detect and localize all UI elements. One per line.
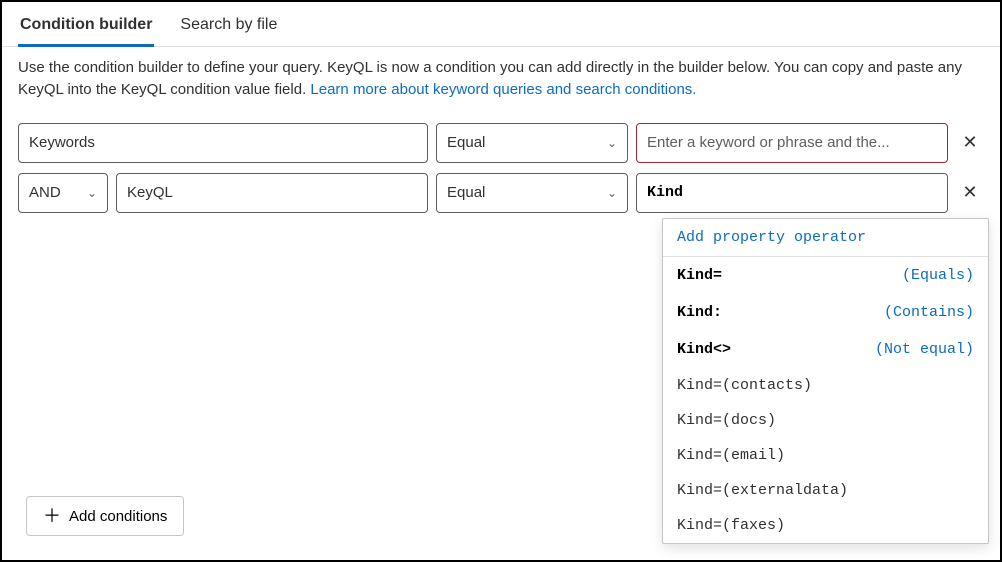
plus-icon: ＋ xyxy=(43,507,61,525)
condition-rows: Keywords Equal ⌄ Enter a keyword or phra… xyxy=(2,115,1000,213)
logic-label: AND xyxy=(29,184,61,201)
operator-desc: (Equals) xyxy=(902,267,974,284)
condition-label: Keywords xyxy=(29,134,95,151)
operator-select[interactable]: Equal ⌄ xyxy=(436,123,628,163)
operator-select[interactable]: Equal ⌄ xyxy=(436,173,628,213)
value-input-keywords[interactable]: Enter a keyword or phrase and the... xyxy=(636,123,948,163)
tab-condition-builder[interactable]: Condition builder xyxy=(18,12,154,47)
operator-option-equals[interactable]: Kind= (Equals) xyxy=(663,257,988,294)
value-placeholder: Enter a keyword or phrase and the... xyxy=(647,134,890,151)
add-conditions-label: Add conditions xyxy=(69,508,167,525)
tabs: Condition builder Search by file xyxy=(2,2,1000,47)
condition-row: AND ⌄ KeyQL Equal ⌄ Kind ✕ xyxy=(18,173,984,213)
value-option[interactable]: Kind=(email) xyxy=(663,438,988,473)
operator-prop: Kind<> xyxy=(677,341,731,358)
operator-option-not-equal[interactable]: Kind<> (Not equal) xyxy=(663,331,988,368)
value-option[interactable]: Kind=(faxes) xyxy=(663,508,988,543)
operator-prop: Kind: xyxy=(677,304,722,321)
operator-prop: Kind= xyxy=(677,267,722,284)
value-text: Kind xyxy=(647,184,683,201)
tab-search-by-file[interactable]: Search by file xyxy=(178,12,279,47)
value-option[interactable]: Kind=(contacts) xyxy=(663,368,988,403)
condition-row: Keywords Equal ⌄ Enter a keyword or phra… xyxy=(18,123,984,163)
add-conditions-button[interactable]: ＋ Add conditions xyxy=(26,496,184,536)
logic-select[interactable]: AND ⌄ xyxy=(18,173,108,213)
operator-option-contains[interactable]: Kind: (Contains) xyxy=(663,294,988,331)
condition-label: KeyQL xyxy=(127,184,173,201)
description-text: Use the condition builder to define your… xyxy=(2,47,1000,115)
operator-desc: (Not equal) xyxy=(875,341,974,358)
chevron-down-icon: ⌄ xyxy=(87,186,97,200)
add-property-operator[interactable]: Add property operator xyxy=(663,219,988,257)
operator-label: Equal xyxy=(447,184,485,201)
value-option[interactable]: Kind=(externaldata) xyxy=(663,473,988,508)
remove-row-icon[interactable]: ✕ xyxy=(956,132,984,153)
condition-select-keywords[interactable]: Keywords xyxy=(18,123,428,163)
value-option[interactable]: Kind=(docs) xyxy=(663,403,988,438)
remove-row-icon[interactable]: ✕ xyxy=(956,182,984,203)
learn-more-link[interactable]: Learn more about keyword queries and sea… xyxy=(310,81,696,98)
chevron-down-icon: ⌄ xyxy=(607,136,617,150)
condition-select-keyql[interactable]: KeyQL xyxy=(116,173,428,213)
chevron-down-icon: ⌄ xyxy=(607,186,617,200)
operator-label: Equal xyxy=(447,134,485,151)
autocomplete-dropdown: Add property operator Kind= (Equals) Kin… xyxy=(662,218,989,544)
value-input-keyql[interactable]: Kind xyxy=(636,173,948,213)
operator-desc: (Contains) xyxy=(884,304,974,321)
